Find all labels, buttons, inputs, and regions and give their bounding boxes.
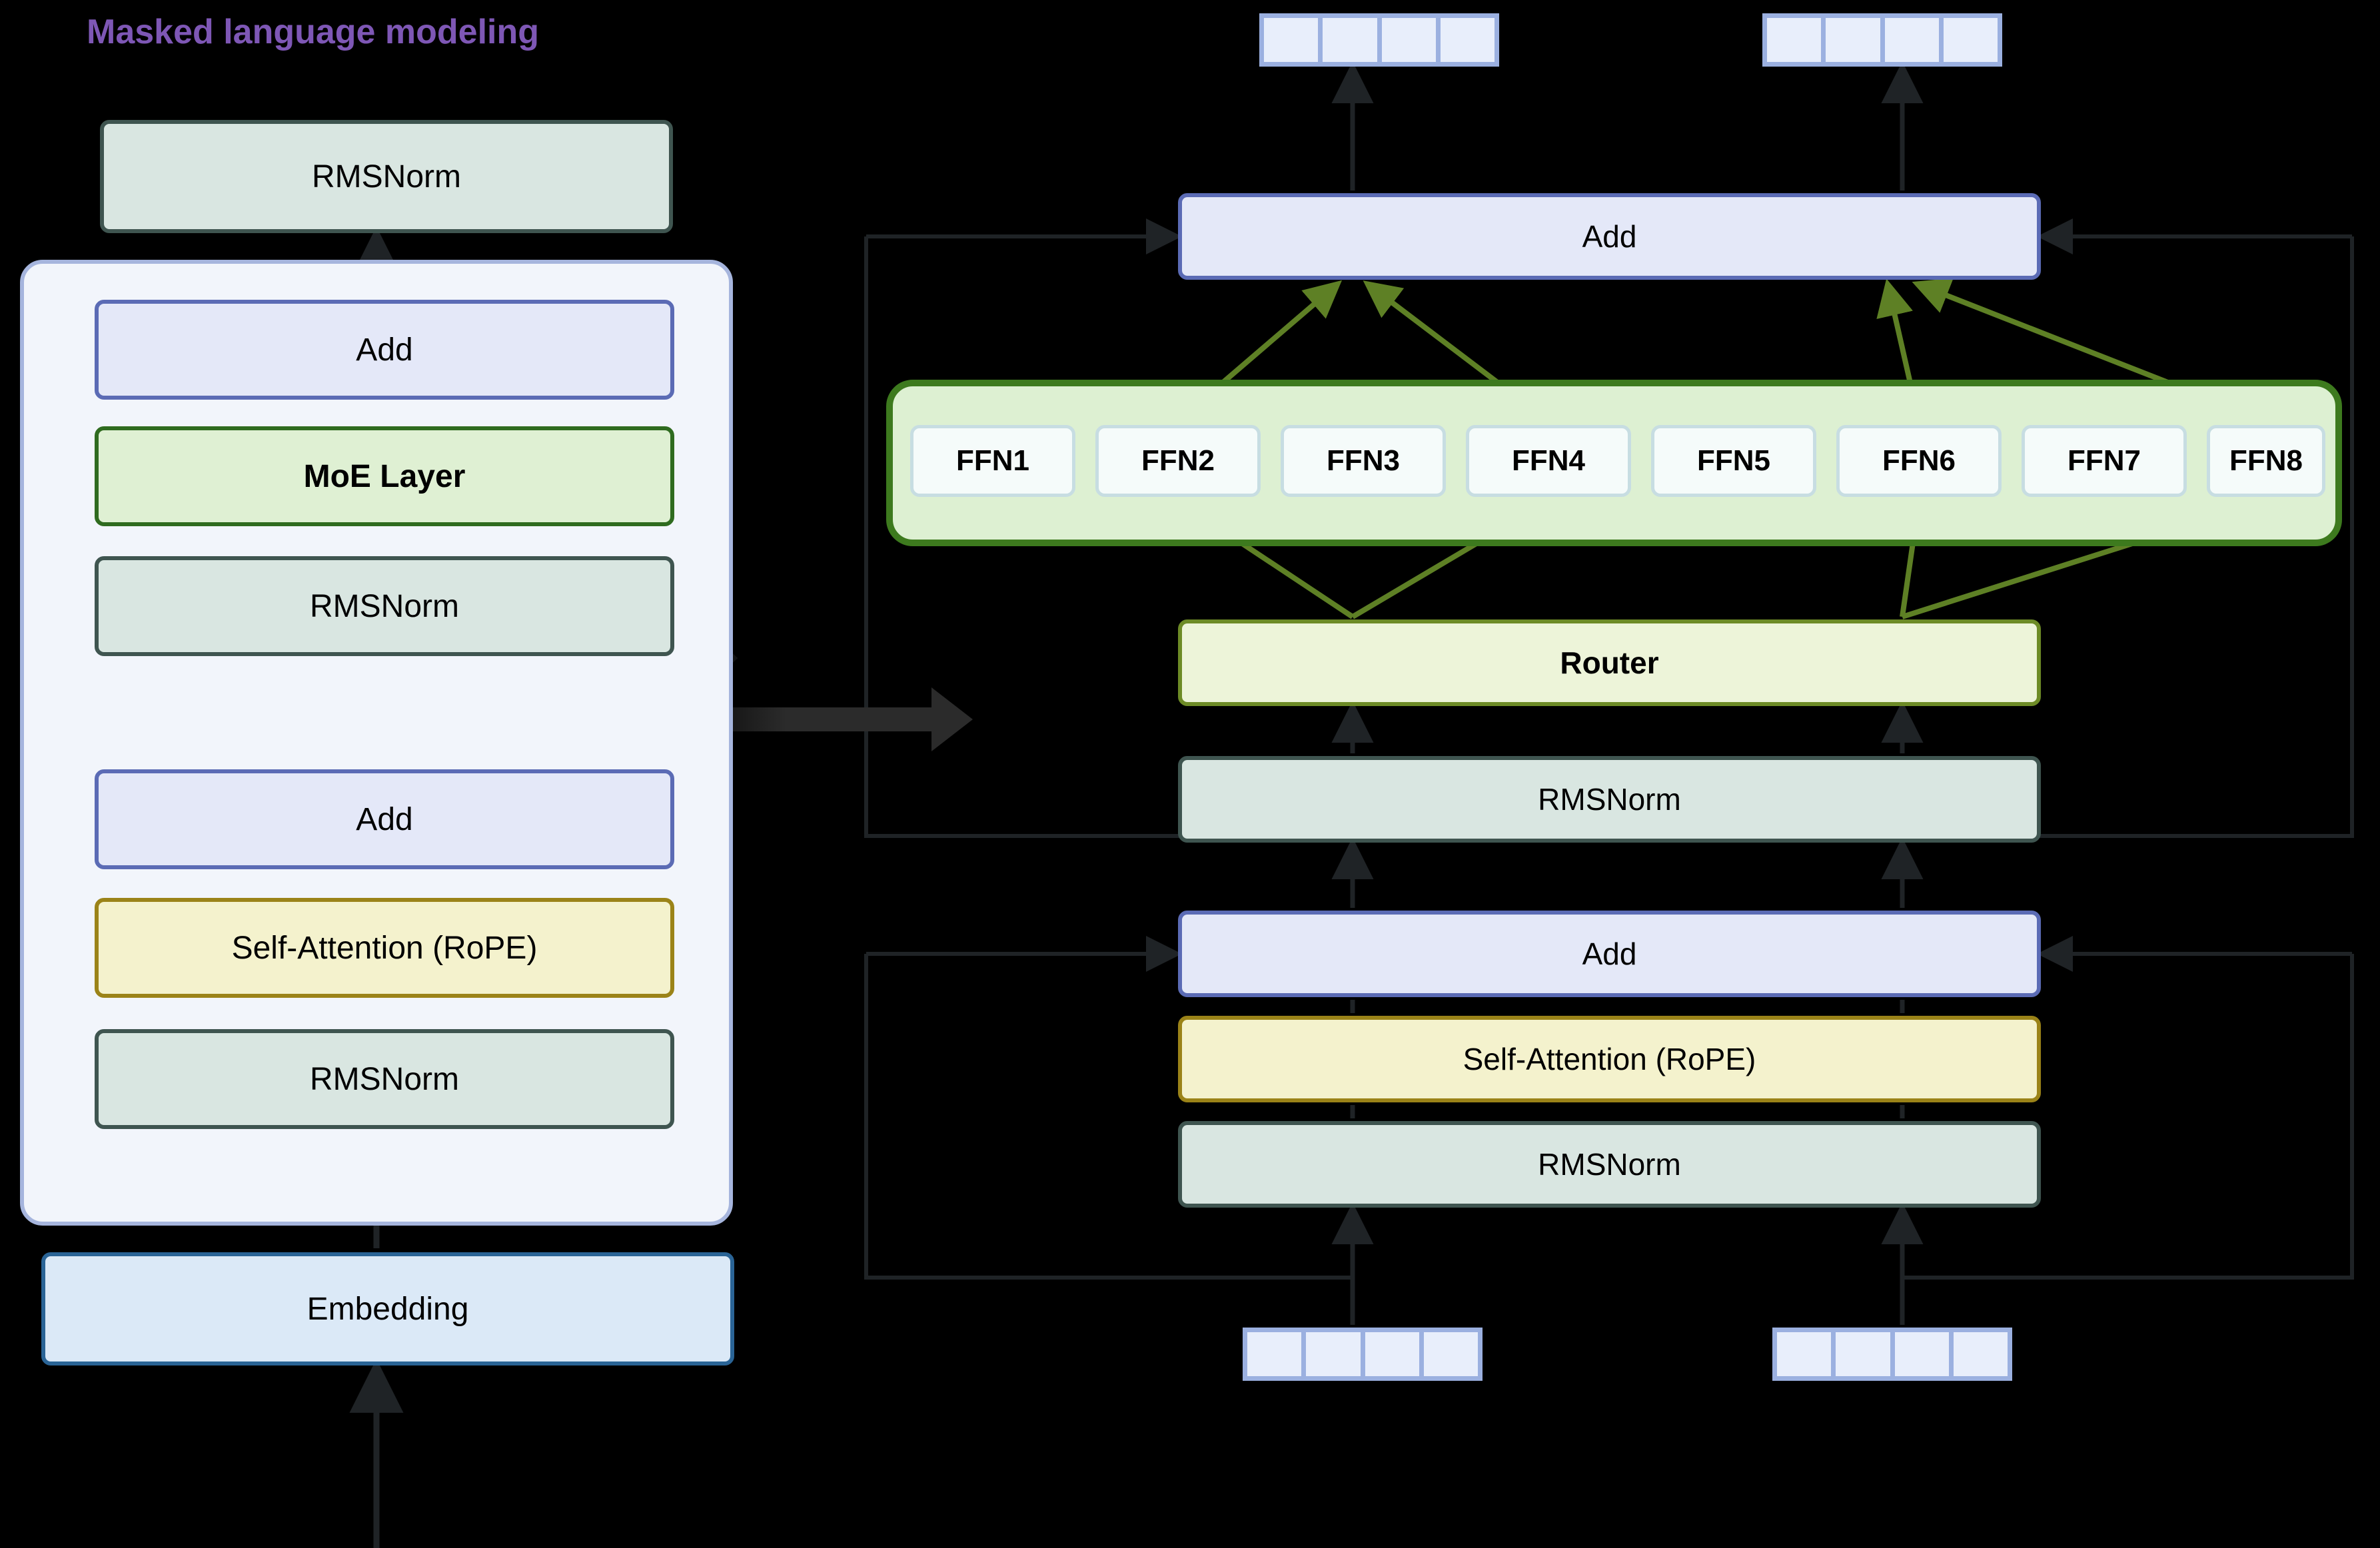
token-cell	[1880, 13, 1944, 67]
token-cell	[1938, 13, 2002, 67]
right-attn-selfattention[interactable]: Self-Attention (RoPE)	[1178, 1016, 2041, 1102]
expert-label: FFN6	[1882, 444, 1956, 477]
left-moe-add-label: Add	[356, 332, 413, 368]
token-cell	[1821, 13, 1885, 67]
right-moe-rmsnorm-label: RMSNorm	[1538, 782, 1681, 817]
left-moe-rmsnorm-label: RMSNorm	[310, 588, 459, 624]
right-attn-add[interactable]: Add	[1178, 911, 2041, 997]
top-token-sequence-2	[1762, 13, 2002, 67]
token-cell	[1301, 1328, 1365, 1381]
expert-label: FFN4	[1512, 444, 1585, 477]
token-cell	[1360, 1328, 1424, 1381]
right-attn-rmsnorm[interactable]: RMSNorm	[1178, 1121, 2041, 1208]
left-moe-rmsnorm[interactable]: RMSNorm	[95, 556, 674, 656]
token-cell	[1377, 13, 1441, 67]
expert-ffn3[interactable]: FFN3	[1281, 425, 1446, 497]
left-top-rmsnorm[interactable]: RMSNorm	[100, 120, 673, 233]
expert-ffn6[interactable]: FFN6	[1836, 425, 2002, 497]
expert-ffn7[interactable]: FFN7	[2022, 425, 2187, 497]
right-moe-rmsnorm[interactable]: RMSNorm	[1178, 756, 2041, 843]
right-attn-rmsnorm-label: RMSNorm	[1538, 1147, 1681, 1182]
token-cell	[1435, 13, 1499, 67]
expert-label: FFN7	[2068, 444, 2141, 477]
router-block[interactable]: Router	[1178, 619, 2041, 706]
expert-label: FFN2	[1141, 444, 1215, 477]
expert-ffn8[interactable]: FFN8	[2207, 425, 2325, 497]
router-block-label: Router	[1560, 645, 1659, 680]
expert-label: FFN1	[956, 444, 1029, 477]
right-attn-add-label: Add	[1582, 937, 1637, 971]
left-attn-rmsnorm[interactable]: RMSNorm	[95, 1029, 674, 1129]
bottom-token-sequence-1	[1243, 1328, 1483, 1381]
top-token-sequence-1	[1259, 13, 1499, 67]
left-attn-add-label: Add	[356, 801, 413, 837]
embedding-block-label: Embedding	[306, 1291, 469, 1327]
residual-attn-rail-left	[864, 954, 1353, 1280]
left-moe-layer[interactable]: MoE Layer	[95, 426, 674, 526]
embedding-block[interactable]: Embedding	[41, 1252, 734, 1365]
left-moe-layer-label: MoE Layer	[303, 458, 466, 494]
expert-label: FFN8	[2229, 444, 2303, 477]
token-cell	[1762, 13, 1826, 67]
expert-ffn2[interactable]: FFN2	[1095, 425, 1261, 497]
token-cell	[1243, 1328, 1307, 1381]
left-attn-add[interactable]: Add	[95, 769, 674, 869]
left-attn-rmsnorm-label: RMSNorm	[310, 1061, 459, 1097]
left-moe-add[interactable]: Add	[95, 300, 674, 400]
expert-label: FFN5	[1697, 444, 1770, 477]
token-cell	[1890, 1328, 1954, 1381]
left-attn-selfattn-label: Self-Attention (RoPE)	[231, 930, 538, 966]
residual-attn-rail-right	[1902, 954, 2354, 1280]
right-attn-selfattention-label: Self-Attention (RoPE)	[1463, 1042, 1756, 1076]
token-cell	[1419, 1328, 1483, 1381]
diagram-canvas: Masked language modeling RMSNorm Add MoE L…	[0, 0, 2380, 1548]
expert-label: FFN3	[1327, 444, 1400, 477]
right-moe-add[interactable]: Add	[1178, 193, 2041, 280]
expert-ffn5[interactable]: FFN5	[1651, 425, 1816, 497]
expert-ffn1[interactable]: FFN1	[910, 425, 1075, 497]
token-cell	[1831, 1328, 1895, 1381]
token-cell	[1259, 13, 1323, 67]
token-cell	[1948, 1328, 2012, 1381]
right-moe-add-label: Add	[1582, 219, 1637, 254]
left-attn-selfattn[interactable]: Self-Attention (RoPE)	[95, 898, 674, 998]
token-cell	[1318, 13, 1382, 67]
bottom-token-sequence-2	[1772, 1328, 2012, 1381]
left-top-rmsnorm-label: RMSNorm	[312, 159, 461, 194]
token-cell	[1772, 1328, 1836, 1381]
expert-ffn4[interactable]: FFN4	[1466, 425, 1631, 497]
